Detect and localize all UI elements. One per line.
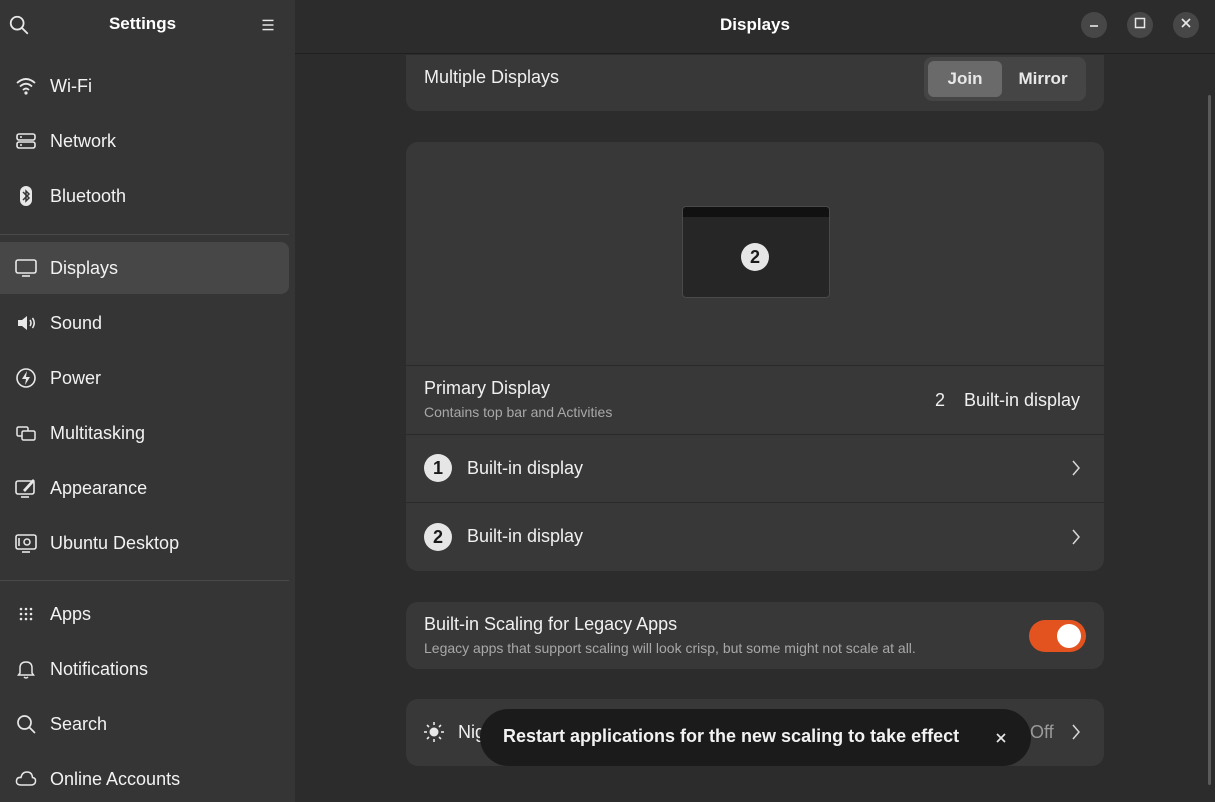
sidebar-item-label: Notifications (50, 658, 149, 679)
display-arrangement-card: 2 Primary Display Contains top bar and A… (406, 142, 1104, 571)
sidebar-item-multitasking[interactable]: Multitasking (0, 407, 289, 459)
power-icon (14, 366, 38, 390)
wifi-icon (14, 74, 38, 98)
join-button[interactable]: Join (928, 61, 1002, 97)
primary-display-value: Built-in display (964, 390, 1081, 410)
cloud-icon (14, 767, 38, 791)
sidebar-item-bluetooth[interactable]: Bluetooth (0, 170, 289, 222)
apps-grid-icon (14, 602, 38, 626)
toast-close-icon[interactable] (993, 730, 1009, 746)
sidebar-item-label: Apps (50, 603, 92, 624)
display-number-badge: 1 (424, 454, 452, 482)
sidebar-divider (0, 234, 289, 235)
sidebar-item-label: Sound (50, 312, 103, 333)
sidebar-item-apps[interactable]: Apps (0, 588, 289, 640)
search-icon (14, 712, 38, 736)
display-row-2[interactable]: 2 Built-in display (406, 503, 1104, 571)
sidebar-item-label: Network (50, 130, 117, 151)
sidebar: Settings Wi-Fi Network Bluetooth Display… (0, 0, 295, 802)
monitor-top-bar (683, 207, 829, 217)
sidebar-item-label: Search (50, 713, 108, 734)
hamburger-menu-icon[interactable] (257, 14, 279, 36)
scrollbar[interactable] (1208, 95, 1211, 785)
settings-window: Settings Wi-Fi Network Bluetooth Display… (0, 0, 1215, 802)
toast-message: Restart applications for the new scaling… (503, 726, 960, 746)
night-light-status: Off (1030, 722, 1054, 742)
sidebar-header: Settings (0, 0, 295, 50)
multiple-displays-label: Multiple Displays (424, 67, 560, 87)
sidebar-title: Settings (108, 14, 177, 33)
sidebar-item-label: Appearance (50, 477, 148, 498)
legacy-scaling-switch[interactable] (1029, 620, 1086, 652)
close-button[interactable] (1173, 12, 1199, 38)
page-title: Displays (720, 15, 790, 34)
appearance-icon (14, 476, 38, 500)
chevron-right-icon (1070, 528, 1082, 546)
mirror-button[interactable]: Mirror (1004, 61, 1082, 97)
main-panel: Displays Multiple Displays Join Mirror 2… (295, 0, 1215, 802)
sidebar-item-label: Online Accounts (50, 768, 181, 789)
sidebar-item-label: Wi-Fi (50, 75, 92, 96)
night-light-icon (423, 721, 445, 743)
legacy-scaling-label: Built-in Scaling for Legacy Apps (424, 614, 678, 634)
chevron-right-icon (1070, 723, 1082, 741)
main-header: Displays (295, 0, 1215, 54)
display-number-badge: 2 (424, 523, 452, 551)
bluetooth-icon (14, 184, 38, 208)
sidebar-item-displays[interactable]: Displays (0, 242, 289, 294)
sidebar-item-notifications[interactable]: Notifications (0, 643, 289, 695)
display-icon (14, 256, 38, 280)
primary-display-subtitle: Contains top bar and Activities (424, 404, 613, 420)
display-name: Built-in display (467, 526, 584, 546)
multiple-displays-row: Multiple Displays Join Mirror (406, 55, 1104, 111)
primary-display-label: Primary Display (424, 378, 551, 398)
sidebar-item-label: Ubuntu Desktop (50, 532, 180, 553)
primary-display-number: 2 (935, 390, 946, 410)
maximize-icon (1133, 16, 1147, 35)
sidebar-item-label: Power (50, 367, 102, 388)
sidebar-item-network[interactable]: Network (0, 115, 289, 167)
sidebar-item-wifi[interactable]: Wi-Fi (0, 60, 289, 112)
network-icon (14, 129, 38, 153)
sidebar-item-sound[interactable]: Sound (0, 297, 289, 349)
sound-icon (14, 311, 38, 335)
multiple-displays-toggle-group: Join Mirror (924, 57, 1086, 101)
chevron-right-icon (1070, 459, 1082, 477)
sidebar-item-online-accounts[interactable]: Online Accounts (0, 753, 289, 802)
ubuntu-desktop-icon (14, 531, 38, 555)
legacy-scaling-subtitle: Legacy apps that support scaling will lo… (424, 640, 916, 656)
sidebar-item-ubuntu-desktop[interactable]: Ubuntu Desktop (0, 517, 289, 569)
primary-display-row[interactable]: Primary Display Contains top bar and Act… (406, 366, 1104, 434)
monitor-preview[interactable]: 2 (682, 206, 830, 298)
close-icon (1179, 16, 1193, 35)
sidebar-item-label: Multitasking (50, 422, 146, 443)
display-name: Built-in display (467, 458, 584, 478)
switch-knob (1057, 624, 1081, 648)
sidebar-item-search[interactable]: Search (0, 698, 289, 750)
maximize-button[interactable] (1127, 12, 1153, 38)
multitasking-icon (14, 421, 38, 445)
bell-icon (14, 657, 38, 681)
sidebar-item-label: Displays (50, 257, 119, 278)
sidebar-item-label: Bluetooth (50, 185, 127, 206)
monitor-number-badge: 2 (741, 243, 769, 271)
sidebar-item-appearance[interactable]: Appearance (0, 462, 289, 514)
display-row-1[interactable]: 1 Built-in display (406, 435, 1104, 502)
legacy-scaling-row: Built-in Scaling for Legacy Apps Legacy … (406, 602, 1104, 669)
minimize-icon (1087, 16, 1101, 35)
sidebar-item-power[interactable]: Power (0, 352, 289, 404)
minimize-button[interactable] (1081, 12, 1107, 38)
restart-toast: Restart applications for the new scaling… (480, 709, 1031, 766)
sidebar-divider (0, 580, 289, 581)
